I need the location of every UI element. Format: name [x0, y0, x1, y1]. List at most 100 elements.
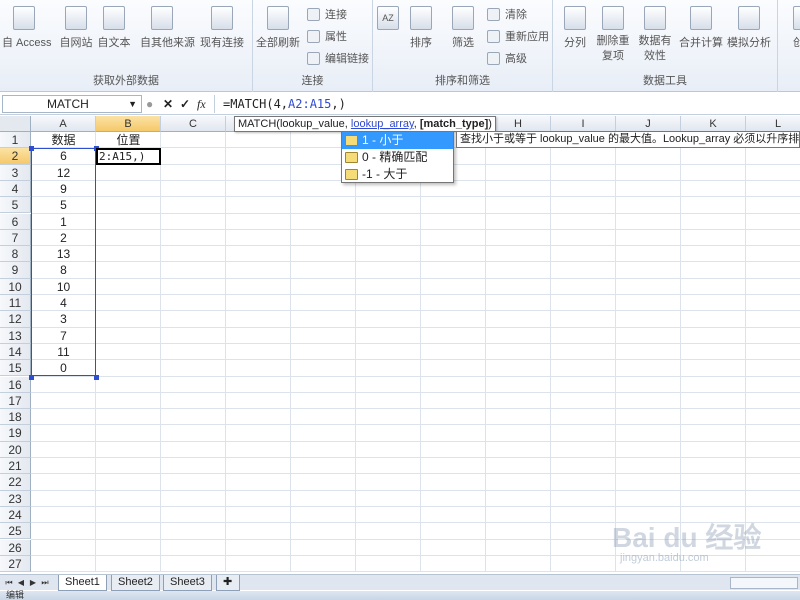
filter-button[interactable]: 筛选: [441, 4, 485, 62]
row-header-11[interactable]: 11: [0, 295, 31, 312]
dropdown-item[interactable]: 0 - 精确匹配: [342, 149, 453, 166]
row-header-25[interactable]: 25: [0, 523, 31, 540]
range-handle[interactable]: [94, 374, 99, 380]
last-sheet-icon[interactable]: ⏭: [40, 576, 50, 589]
enter-check-icon[interactable]: ✓: [180, 95, 190, 113]
column-header-i[interactable]: I: [551, 116, 616, 132]
column-header-a[interactable]: A: [31, 116, 96, 132]
row-header-22[interactable]: 22: [0, 474, 31, 491]
group-label-sort-filter: 排序和筛选: [435, 75, 490, 87]
row-header-18[interactable]: 18: [0, 409, 31, 426]
consolidate-icon: [690, 6, 712, 30]
column-header-c[interactable]: C: [161, 116, 226, 132]
row-header-3[interactable]: 3: [0, 164, 31, 181]
row-header-4[interactable]: 4: [0, 180, 31, 198]
sheet-tab-sheet1[interactable]: Sheet1: [58, 575, 107, 591]
from-access-button[interactable]: 自 Access: [2, 4, 52, 62]
row-header-10[interactable]: 10: [0, 278, 31, 295]
formula-bar: MATCH ▼ ● ✕ ✓ fx =MATCH(4,A2:A15,): [0, 93, 800, 115]
row-header-13[interactable]: 13: [0, 327, 31, 344]
row-header-12[interactable]: 12: [0, 311, 31, 328]
row-header-20[interactable]: 20: [0, 441, 31, 458]
grid-line: [31, 245, 800, 247]
connections-button[interactable]: 连接: [307, 6, 347, 24]
insert-function-icon[interactable]: fx: [197, 95, 206, 113]
cancel-icon[interactable]: ✕: [163, 95, 173, 113]
row-header-14[interactable]: 14: [0, 343, 31, 361]
sort-az-button[interactable]: AZ: [375, 4, 401, 62]
row-header-26[interactable]: 26: [0, 539, 31, 556]
row-header-17[interactable]: 17: [0, 392, 31, 410]
consolidate-button[interactable]: 合并计算: [679, 4, 723, 62]
sort-button[interactable]: 排序: [399, 4, 443, 62]
option-description-tooltip: 查找小于或等于 lookup_value 的最大值。Lookup_array 必…: [456, 131, 800, 148]
insert-sheet-icon[interactable]: ✚: [216, 575, 240, 591]
row-header-5[interactable]: 5: [0, 197, 31, 214]
horizontal-scrollbar[interactable]: [730, 577, 798, 589]
name-box[interactable]: MATCH ▼: [2, 95, 142, 113]
row-header-27[interactable]: 27: [0, 555, 31, 572]
chevron-down-icon[interactable]: ▼: [128, 96, 137, 112]
grid-line: [31, 489, 800, 491]
grid-line: [31, 342, 800, 344]
worksheet-grid[interactable]: ABCDEFGHIJKL1234567891011121314151617181…: [0, 116, 800, 572]
row-header-7[interactable]: 7: [0, 229, 31, 247]
from-text-button[interactable]: 自文本: [92, 4, 136, 62]
properties-button[interactable]: 属性: [307, 28, 347, 46]
arg-match-type[interactable]: [match_type]: [420, 118, 488, 130]
dropdown-item[interactable]: 1 - 小于: [342, 132, 453, 149]
group-sort-filter: AZ 排序 筛选 清除 重新应用 高级 排序和筛选: [373, 0, 553, 92]
what-if-analysis-button[interactable]: 模拟分析: [727, 4, 771, 62]
group-label-data-tools: 数据工具: [643, 75, 687, 87]
data-validation-button[interactable]: 数据有效性: [633, 4, 677, 62]
connections-icon: [211, 6, 233, 30]
column-header-k[interactable]: K: [681, 116, 746, 132]
arg-lookup-array[interactable]: lookup_array: [351, 118, 414, 130]
match-type-dropdown: 1 - 小于 0 - 精确匹配 -1 - 大于: [341, 131, 454, 183]
row-header-16[interactable]: 16: [0, 376, 31, 393]
group-label-connections: 连接: [301, 75, 324, 87]
existing-connections-button[interactable]: 现有连接: [200, 4, 244, 62]
remove-duplicates-button[interactable]: 删除重复项: [591, 4, 635, 62]
row-header-21[interactable]: 21: [0, 458, 31, 475]
advanced-button[interactable]: 高级: [487, 50, 527, 68]
from-other-sources-button[interactable]: 自其他来源: [140, 4, 195, 62]
prev-sheet-icon[interactable]: ◀: [16, 576, 26, 589]
dropdown-item[interactable]: -1 - 大于: [342, 166, 453, 183]
row-header-9[interactable]: 9: [0, 262, 31, 279]
column-header-j[interactable]: J: [616, 116, 681, 132]
cell-a1[interactable]: 数据: [31, 132, 96, 148]
column-header-l[interactable]: L: [746, 116, 800, 132]
expand-circle-icon[interactable]: ●: [146, 95, 153, 113]
row-header-2[interactable]: 2: [0, 148, 31, 165]
range-handle[interactable]: [29, 146, 34, 152]
refresh-icon: [267, 6, 289, 30]
next-sheet-icon[interactable]: ▶: [28, 576, 38, 589]
range-handle[interactable]: [29, 374, 34, 380]
active-cell-b2[interactable]: 2:A15,): [96, 148, 161, 165]
row-header-24[interactable]: 24: [0, 506, 31, 524]
validation-icon: [644, 6, 666, 30]
create-group-button[interactable]: 创建: [782, 4, 800, 62]
column-header-b[interactable]: B: [96, 116, 161, 132]
clear-button[interactable]: 清除: [487, 6, 527, 24]
row-header-1[interactable]: 1: [0, 132, 31, 149]
range-highlight-a2-a15: [31, 148, 96, 377]
other-sources-icon: [151, 6, 173, 30]
group-outline: 创建: [778, 0, 800, 92]
formula-input[interactable]: =MATCH(4,A2:A15,): [214, 95, 798, 113]
grid-line: [31, 375, 800, 377]
sheet-tab-sheet3[interactable]: Sheet3: [163, 575, 212, 591]
row-header-8[interactable]: 8: [0, 246, 31, 263]
cell-b1[interactable]: 位置: [96, 132, 161, 148]
row-header-6[interactable]: 6: [0, 213, 31, 230]
row-header-23[interactable]: 23: [0, 490, 31, 507]
row-header-15[interactable]: 15: [0, 360, 31, 377]
row-header-19[interactable]: 19: [0, 425, 31, 442]
reapply-button[interactable]: 重新应用: [487, 28, 549, 46]
sheet-tab-sheet2[interactable]: Sheet2: [111, 575, 160, 591]
refresh-all-button[interactable]: 全部刷新: [256, 4, 300, 62]
edit-links-button[interactable]: 编辑链接: [307, 50, 369, 68]
select-all-corner[interactable]: [0, 116, 31, 132]
first-sheet-icon[interactable]: ⏮: [4, 576, 14, 589]
